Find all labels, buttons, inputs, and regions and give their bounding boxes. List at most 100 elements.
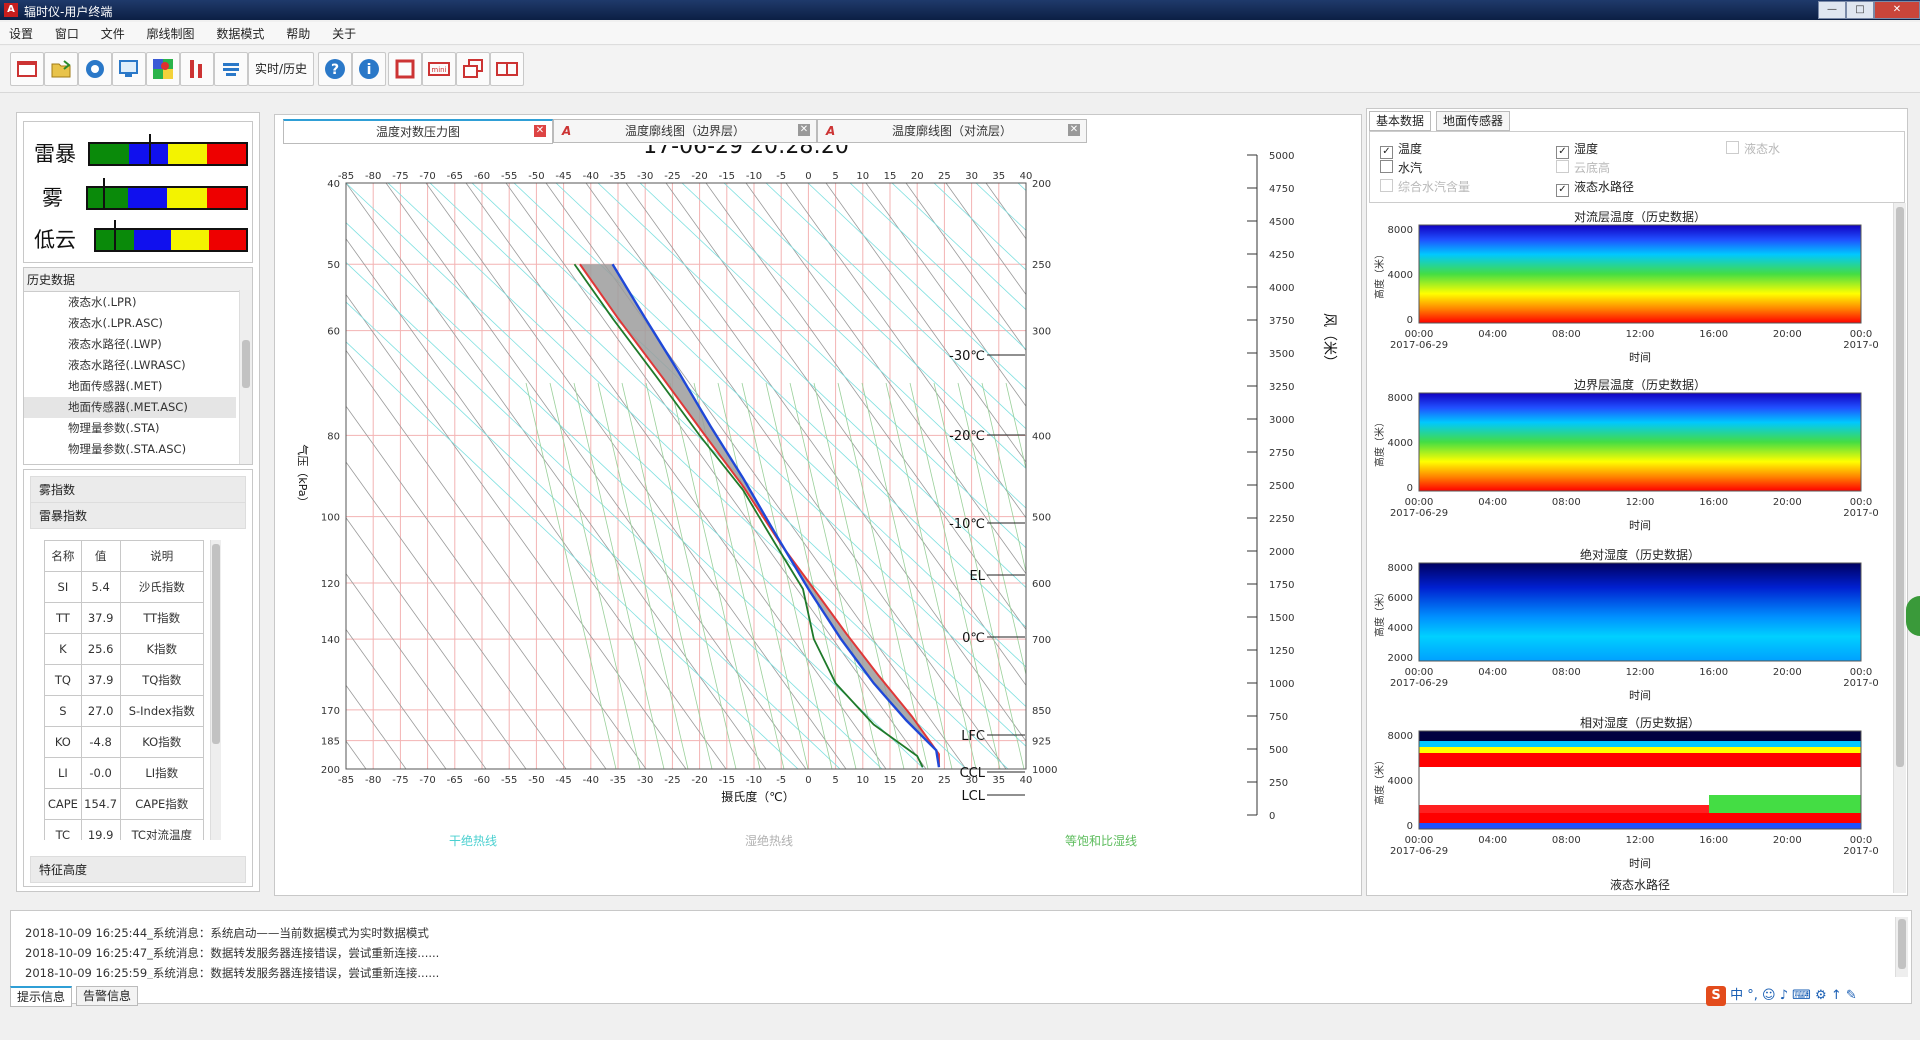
- bar-profile-button[interactable]: [180, 52, 214, 86]
- history-list-item[interactable]: 液态水路径(.LWP): [24, 334, 236, 355]
- pressure-tick-left: 40: [327, 179, 340, 190]
- history-list-item[interactable]: 物理量参数(.STA.ASC): [24, 439, 236, 460]
- history-y-tick: 0: [1407, 821, 1413, 832]
- history-date-label: 2017-0: [1843, 340, 1878, 351]
- history-list-item[interactable]: 液态水路径(.LWRASC): [24, 355, 236, 376]
- minimize-button[interactable]: —: [1818, 1, 1846, 19]
- history-date-label: 2017-0: [1843, 508, 1878, 519]
- index-table-row[interactable]: CAPE 154.7 CAPE指数: [44, 788, 205, 820]
- checkbox-integrated-vapor[interactable]: 综合水汽含量: [1380, 178, 1470, 195]
- index-table-row[interactable]: LI -0.0 LI指数: [44, 757, 205, 789]
- thunderstorm-gauge: [88, 142, 248, 166]
- help-button[interactable]: ?: [318, 52, 352, 86]
- index-scroll-thumb[interactable]: [212, 544, 220, 744]
- checkbox-water-vapor[interactable]: 水汽: [1380, 159, 1422, 176]
- tab-close-icon[interactable]: ✕: [798, 124, 810, 136]
- monitor-settings-button[interactable]: [112, 52, 146, 86]
- ime-tray-icons[interactable]: 中 °, ☺ ♪ ⌨ ⚙ ↑ ✎: [1730, 988, 1857, 1003]
- history-x-tick: 12:00: [1626, 835, 1655, 846]
- menu-file[interactable]: 文件: [92, 22, 134, 45]
- checkbox-cloud-base[interactable]: 云底高: [1556, 159, 1610, 176]
- index-value: 154.7: [80, 788, 121, 820]
- checkbox-temperature[interactable]: ✓ 温度: [1380, 140, 1422, 159]
- history-scroll-thumb[interactable]: [242, 340, 250, 388]
- settings-button[interactable]: [78, 52, 112, 86]
- center-panel: 温度对数压力图 ✕ A 温度廓线图（边界层） ✕ A 温度廓线图（对流层） ✕ …: [274, 114, 1362, 896]
- index-table-row[interactable]: K 25.6 K指数: [44, 633, 205, 665]
- tab-alarm-info[interactable]: 告警信息: [76, 986, 139, 1006]
- menu-help[interactable]: 帮助: [277, 22, 319, 45]
- temp-tick-bottom: -60: [474, 775, 490, 786]
- menu-settings[interactable]: 设置: [0, 22, 42, 45]
- tab-boundary-profile[interactable]: A 温度廓线图（边界层） ✕: [553, 119, 817, 143]
- heatmap-button[interactable]: [146, 52, 180, 86]
- info-button[interactable]: i: [352, 52, 386, 86]
- checkbox-liquid-water[interactable]: 液态水: [1726, 140, 1780, 157]
- history-list-item[interactable]: 液态水(.LPR): [24, 292, 236, 313]
- checkbox-lwp[interactable]: ✓ 液态水路径: [1556, 178, 1634, 197]
- menu-about[interactable]: 关于: [323, 22, 365, 45]
- single-view-button[interactable]: [388, 52, 422, 86]
- svg-text:?: ?: [331, 62, 339, 78]
- index-scrollbar[interactable]: [210, 540, 221, 840]
- split-view-button[interactable]: [490, 52, 524, 86]
- tab-skewt-log-p[interactable]: 温度对数压力图 ✕: [283, 119, 553, 144]
- fog-needle: [103, 178, 106, 208]
- open-folder-button[interactable]: [44, 52, 78, 86]
- index-table-row[interactable]: TC 19.9 TC对流温度: [44, 819, 205, 840]
- log-scroll-thumb[interactable]: [1898, 919, 1906, 969]
- temp-tick-top: 35: [992, 171, 1005, 182]
- rh-band: [1419, 741, 1861, 747]
- tab-basic-data[interactable]: 基本数据: [1369, 111, 1432, 131]
- history-x-tick: 16:00: [1699, 497, 1728, 508]
- history-x-tick: 00:0: [1850, 497, 1872, 508]
- fog-index-section[interactable]: 雾指数: [30, 476, 246, 503]
- history-list-item[interactable]: 地面传感器(.MET): [24, 376, 236, 397]
- thunderstorm-index-section[interactable]: 雷暴指数: [30, 502, 246, 529]
- history-plot-title: 边界层温度（历史数据）: [1574, 377, 1706, 392]
- plots-scroll-thumb[interactable]: [1896, 207, 1904, 767]
- chart-timestamp: 17-06-29 20:28:20: [643, 145, 849, 159]
- index-name: SI: [44, 571, 82, 603]
- log-line: 2018-10-09 16:25:47_系统消息：数据转发服务器连接错误，尝试重…: [25, 946, 440, 960]
- align-button[interactable]: [214, 52, 248, 86]
- tab-close-icon[interactable]: ✕: [1068, 124, 1080, 136]
- history-list-item[interactable]: 地面传感器(.MET.ASC): [24, 397, 236, 418]
- maximize-button[interactable]: □: [1846, 1, 1874, 19]
- feature-height-section[interactable]: 特征高度: [30, 856, 246, 883]
- menu-data-mode[interactable]: 数据模式: [207, 22, 273, 45]
- mini-view-button[interactable]: mini: [422, 52, 456, 86]
- tab-close-icon[interactable]: ✕: [534, 125, 546, 137]
- index-table-row[interactable]: KO -4.8 KO指数: [44, 726, 205, 758]
- plots-scrollbar[interactable]: [1893, 203, 1906, 893]
- index-table-row[interactable]: TT 37.9 TT指数: [44, 602, 205, 634]
- tab-ground-sensor[interactable]: 地面传感器: [1436, 111, 1511, 131]
- temp-tick-top: -70: [419, 171, 435, 182]
- realtime-history-toggle[interactable]: 实时/历史: [248, 52, 314, 86]
- close-window-button[interactable]: ✕: [1874, 1, 1920, 19]
- temp-tick-top: -80: [365, 171, 381, 182]
- history-list-item[interactable]: 物理量参数(.STA): [24, 418, 236, 439]
- level-label: CCL: [960, 766, 986, 781]
- tab-troposphere-profile[interactable]: A 温度廓线图（对流层） ✕: [817, 119, 1087, 143]
- history-x-tick: 16:00: [1699, 329, 1728, 340]
- index-table-row[interactable]: SI 5.4 沙氏指数: [44, 571, 205, 603]
- history-y-tick: 8000: [1388, 225, 1413, 236]
- temp-tick-bottom: -15: [719, 775, 735, 786]
- history-date-label: 2017-0: [1843, 846, 1878, 857]
- history-plot-title: 对流层温度（历史数据）: [1574, 209, 1706, 224]
- checkbox-humidity[interactable]: ✓ 湿度: [1556, 140, 1598, 159]
- low-cloud-gauge: [94, 228, 248, 252]
- cascade-view-button[interactable]: [456, 52, 490, 86]
- menu-profile-chart[interactable]: 廓线制图: [138, 22, 204, 45]
- history-list-item[interactable]: 液态水(.LPR.ASC): [24, 313, 236, 334]
- history-scrollbar[interactable]: [239, 290, 252, 464]
- index-table-row[interactable]: S 27.0 S-Index指数: [44, 695, 205, 727]
- sogou-ime-icon[interactable]: S: [1706, 986, 1726, 1006]
- menu-window[interactable]: 窗口: [46, 22, 88, 45]
- log-scrollbar[interactable]: [1895, 917, 1908, 977]
- index-table-row[interactable]: TQ 37.9 TQ指数: [44, 664, 205, 696]
- side-widget-icon[interactable]: [1906, 596, 1920, 636]
- tab-prompt-info[interactable]: 提示信息: [10, 986, 73, 1007]
- new-window-button[interactable]: [10, 52, 44, 86]
